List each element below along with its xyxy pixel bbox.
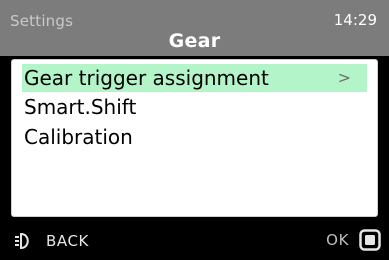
footer-bar: BACK OK [0, 220, 389, 260]
menu-item-label: Gear trigger assignment [24, 66, 269, 90]
menu-item-calibration[interactable]: Calibration [22, 123, 367, 151]
header-bar: Settings 14:29 Gear [0, 0, 389, 56]
menu-item-gear-trigger-assignment[interactable]: Gear trigger assignment > [22, 64, 367, 92]
ok-button[interactable]: OK [326, 229, 381, 251]
headlight-icon [14, 232, 36, 250]
menu-list: Gear trigger assignment > Smart.Shift Ca… [11, 59, 378, 217]
square-button-icon [359, 229, 381, 251]
back-button[interactable]: BACK [14, 230, 89, 252]
chevron-right-icon: > [337, 68, 351, 87]
clock-time: 14:29 [333, 11, 377, 29]
back-label: BACK [46, 232, 89, 250]
menu-item-label: Calibration [24, 125, 133, 149]
ok-label: OK [326, 231, 349, 249]
menu-item-label: Smart.Shift [24, 95, 137, 119]
device-screen: Settings 14:29 Gear Gear trigger assignm… [0, 0, 389, 260]
section-label: Settings [10, 12, 74, 30]
page-title: Gear [168, 30, 221, 52]
menu-item-smart-shift[interactable]: Smart.Shift [22, 93, 367, 121]
